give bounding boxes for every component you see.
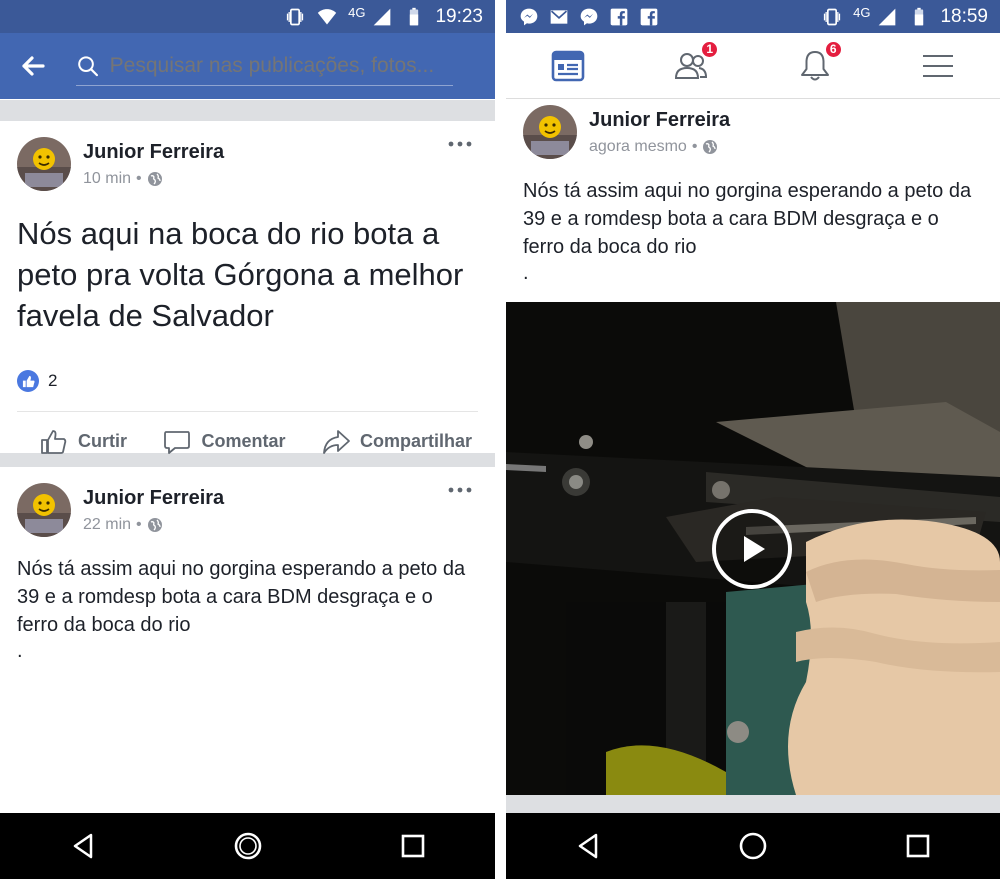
post-card: Junior Ferreira 22 min • Nós tá assim aqu… (0, 467, 495, 797)
post-text: Nós tá assim aqui no gorgina esperando a… (523, 180, 972, 258)
like-button[interactable]: Curtir (39, 427, 127, 457)
status-bar: 4G 18:59 (506, 0, 1000, 33)
notifications-badge: 6 (823, 39, 843, 59)
signal-icon (879, 8, 896, 25)
clock: 18:59 (940, 5, 988, 27)
comment-label: Comentar (201, 431, 286, 451)
vibrate-icon (823, 8, 841, 25)
play-icon (744, 536, 765, 562)
avatar[interactable] (523, 105, 577, 159)
like-reaction-icon (17, 370, 39, 392)
meta-separator: • (136, 515, 142, 533)
search-bar (0, 33, 495, 99)
post-actions: Curtir Comentar Compartilhar (17, 411, 478, 471)
android-nav-bar (506, 813, 1000, 879)
post-time[interactable]: 22 min (83, 516, 131, 534)
post-card: Junior Ferreira agora mesmo • Nós tá assi… (506, 99, 1000, 299)
avatar[interactable] (17, 137, 71, 191)
home-circle-icon[interactable] (232, 830, 264, 862)
video-player[interactable] (506, 302, 1000, 795)
status-bar: 4G 19:23 (0, 0, 495, 33)
battery-icon (915, 7, 924, 25)
tab-notifications[interactable]: 6 (795, 39, 843, 86)
vibrate-icon (286, 8, 304, 25)
screenshot-divider (495, 0, 506, 879)
share-button[interactable]: Compartilhar (321, 427, 472, 457)
like-label: Curtir (78, 431, 127, 451)
play-button[interactable] (712, 509, 792, 589)
post-trailing-text: . (523, 262, 529, 284)
tab-friend-requests[interactable]: 1 (671, 39, 720, 86)
facebook-tab-bar: 1 6 (506, 33, 1000, 99)
share-label: Compartilhar (359, 431, 472, 451)
wifi-icon (317, 8, 337, 24)
back-triangle-icon[interactable] (572, 830, 604, 862)
author-name[interactable]: Junior Ferreira (83, 141, 224, 164)
tab-menu[interactable] (918, 46, 958, 86)
post-text: Nós tá assim aqui no gorgina esperando a… (17, 558, 466, 636)
globe-icon (147, 171, 162, 186)
post-text: Nós aqui na boca do rio bota a peto pra … (17, 216, 464, 333)
more-options-icon[interactable] (447, 139, 473, 149)
android-nav-bar (0, 813, 495, 879)
share-icon (323, 429, 350, 454)
network-type: 4G (853, 5, 871, 20)
messenger-icon (520, 8, 538, 25)
news-feed-icon (551, 50, 585, 81)
thumbs-up-icon (41, 429, 67, 454)
globe-icon (703, 139, 718, 154)
post-time[interactable]: agora mesmo (589, 138, 687, 156)
reactions-summary[interactable]: 2 (17, 366, 478, 396)
post-time[interactable]: 10 min (83, 170, 131, 188)
right-screen: 4G 18:59 1 6 Junior Ferreira agora mesmo… (506, 0, 1000, 879)
tab-news-feed[interactable] (548, 46, 588, 86)
search-box[interactable] (76, 46, 453, 86)
feed-gap (506, 795, 1000, 813)
comment-icon (164, 430, 191, 454)
signal-icon (374, 8, 391, 25)
back-arrow-icon[interactable] (18, 51, 48, 81)
battery-icon (410, 7, 419, 25)
feed-gap (0, 99, 495, 121)
meta-separator: • (136, 169, 142, 187)
avatar[interactable] (17, 483, 71, 537)
friends-badge: 1 (700, 39, 720, 59)
recents-square-icon[interactable] (397, 830, 429, 862)
home-circle-icon[interactable] (737, 830, 769, 862)
post-card: Junior Ferreira 10 min • Nós aqui na boca… (0, 121, 495, 454)
gmail-icon (550, 9, 568, 24)
hamburger-menu-icon (923, 54, 954, 77)
left-screen: 4G 19:23 Junior Ferreira 10 min• Nós (0, 0, 495, 879)
author-name[interactable]: Junior Ferreira (589, 109, 730, 132)
clock: 19:23 (435, 5, 483, 27)
comment-button[interactable]: Comentar (162, 427, 285, 457)
messenger-icon (580, 8, 598, 25)
like-count: 2 (48, 371, 58, 390)
globe-icon (147, 517, 162, 532)
more-options-icon[interactable] (447, 485, 473, 495)
search-icon (78, 55, 99, 76)
post-trailing-text: . (17, 640, 23, 662)
author-name[interactable]: Junior Ferreira (83, 487, 224, 510)
facebook-icon (610, 8, 628, 25)
meta-separator: • (691, 137, 698, 155)
back-triangle-icon[interactable] (67, 830, 99, 862)
network-type: 4G (348, 5, 366, 20)
search-input[interactable] (109, 53, 453, 78)
facebook-icon (640, 8, 658, 25)
recents-square-icon[interactable] (902, 830, 934, 862)
